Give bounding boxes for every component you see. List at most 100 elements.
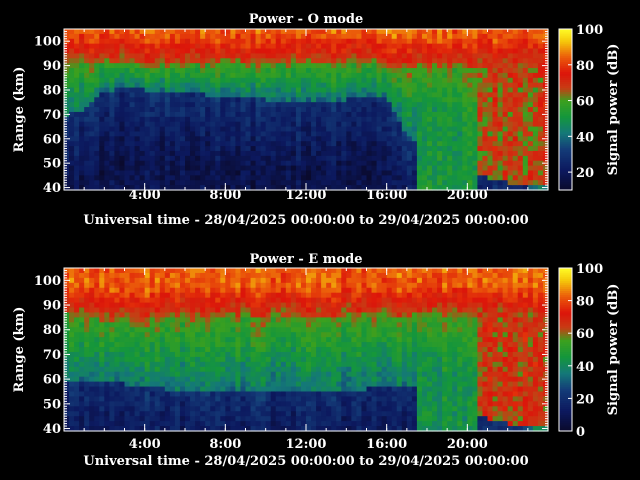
- heatmap-cell: [94, 366, 100, 373]
- heatmap-cell: [507, 92, 514, 98]
- heatmap-cell: [119, 302, 126, 309]
- heatmap-cell: [109, 327, 116, 333]
- heatmap-cell: [230, 58, 237, 64]
- heatmap-cell: [119, 141, 126, 147]
- heatmap-cell: [270, 116, 277, 123]
- heatmap-cell: [164, 131, 171, 137]
- heatmap-cell: [311, 116, 317, 123]
- heatmap-cell: [527, 33, 534, 40]
- heatmap-cell: [346, 170, 352, 176]
- heatmap-cell: [174, 155, 181, 162]
- heatmap-cell: [79, 406, 85, 412]
- heatmap-cell: [532, 170, 539, 176]
- heatmap-cell: [285, 381, 292, 388]
- heatmap-cell: [421, 116, 428, 123]
- heatmap-cell: [482, 38, 489, 45]
- heatmap-cell: [205, 351, 211, 358]
- heatmap-cell: [89, 332, 95, 338]
- heatmap-cell: [230, 416, 237, 422]
- heatmap-cell: [316, 63, 322, 69]
- heatmap-cell: [487, 53, 494, 59]
- heatmap-cell: [109, 126, 116, 133]
- heatmap-cell: [457, 111, 463, 118]
- heatmap-cell: [114, 287, 121, 294]
- heatmap-cell: [260, 58, 267, 64]
- heatmap-cell: [326, 77, 332, 84]
- heatmap-cell: [174, 421, 181, 427]
- heatmap-cell: [280, 107, 287, 113]
- heatmap-cell: [104, 322, 110, 328]
- heatmap-cell: [179, 77, 186, 84]
- heatmap-cell: [144, 322, 151, 328]
- heatmap-cell: [200, 272, 206, 279]
- heatmap-cell: [235, 97, 242, 103]
- heatmap-cell: [245, 116, 252, 123]
- heatmap-cell: [270, 401, 277, 407]
- heatmap-cell: [341, 58, 347, 64]
- heatmap-cell: [139, 97, 146, 103]
- heatmap-cell: [280, 53, 287, 59]
- heatmap-cell: [215, 126, 221, 133]
- heatmap-cell: [169, 376, 176, 383]
- heatmap-cell: [351, 121, 358, 128]
- heatmap-cell: [74, 282, 80, 289]
- heatmap-cell: [270, 97, 277, 103]
- heatmap-cell: [457, 63, 463, 69]
- heatmap-cell: [245, 136, 252, 142]
- heatmap-cell: [225, 170, 231, 176]
- heatmap-cell: [69, 361, 75, 368]
- heatmap-cell: [290, 165, 297, 172]
- heatmap-cell: [84, 111, 90, 118]
- heatmap-cell: [290, 63, 297, 69]
- heatmap-cell: [275, 342, 282, 348]
- heatmap-cell: [457, 131, 463, 137]
- heatmap-cell: [164, 386, 171, 393]
- heatmap-cell: [537, 92, 544, 98]
- heatmap-cell: [406, 180, 413, 186]
- heatmap-cell: [250, 396, 257, 402]
- heatmap-cell: [114, 337, 121, 343]
- heatmap-cell: [255, 111, 262, 118]
- heatmap-cell: [366, 58, 373, 64]
- heatmap-cell: [482, 63, 489, 69]
- heatmap-cell: [114, 72, 121, 79]
- heatmap-cell: [507, 82, 514, 89]
- heatmap-cell: [69, 48, 75, 54]
- heatmap-cell: [99, 307, 105, 314]
- heatmap-cell: [225, 292, 231, 299]
- heatmap-cell: [311, 180, 317, 186]
- heatmap-cell: [79, 376, 85, 383]
- heatmap-cell: [119, 351, 126, 358]
- heatmap-cell: [245, 391, 252, 398]
- heatmap-cell: [260, 82, 267, 89]
- heatmap-cell: [154, 33, 161, 40]
- heatmap-cell: [457, 175, 463, 181]
- heatmap-cell: [195, 351, 201, 358]
- heatmap-cell: [351, 72, 358, 79]
- heatmap-cell: [230, 107, 237, 113]
- heatmap-cell: [311, 102, 317, 108]
- heatmap-cell: [321, 165, 327, 172]
- heatmap-cell: [326, 126, 332, 133]
- heatmap-cell: [200, 421, 206, 427]
- heatmap-cell: [245, 322, 252, 328]
- heatmap-cell: [502, 33, 509, 40]
- heatmap-cell: [326, 136, 332, 142]
- heatmap-cell: [366, 136, 373, 142]
- heatmap-cell: [89, 366, 95, 373]
- heatmap-cell: [336, 97, 342, 103]
- heatmap-cell: [210, 155, 216, 162]
- heatmap-cell: [442, 102, 448, 108]
- heatmap-cell: [386, 155, 393, 162]
- heatmap-cell: [275, 416, 282, 422]
- heatmap-cell: [94, 146, 100, 152]
- heatmap-cell: [164, 170, 171, 176]
- heatmap-cell: [492, 48, 499, 54]
- heatmap-cell: [482, 146, 489, 152]
- heatmap-cell: [89, 87, 95, 94]
- heatmap-cell: [89, 312, 95, 318]
- heatmap-cell: [149, 48, 156, 54]
- heatmap-cell: [74, 92, 80, 98]
- heatmap-cell: [79, 48, 85, 54]
- heatmap-cell: [300, 82, 307, 89]
